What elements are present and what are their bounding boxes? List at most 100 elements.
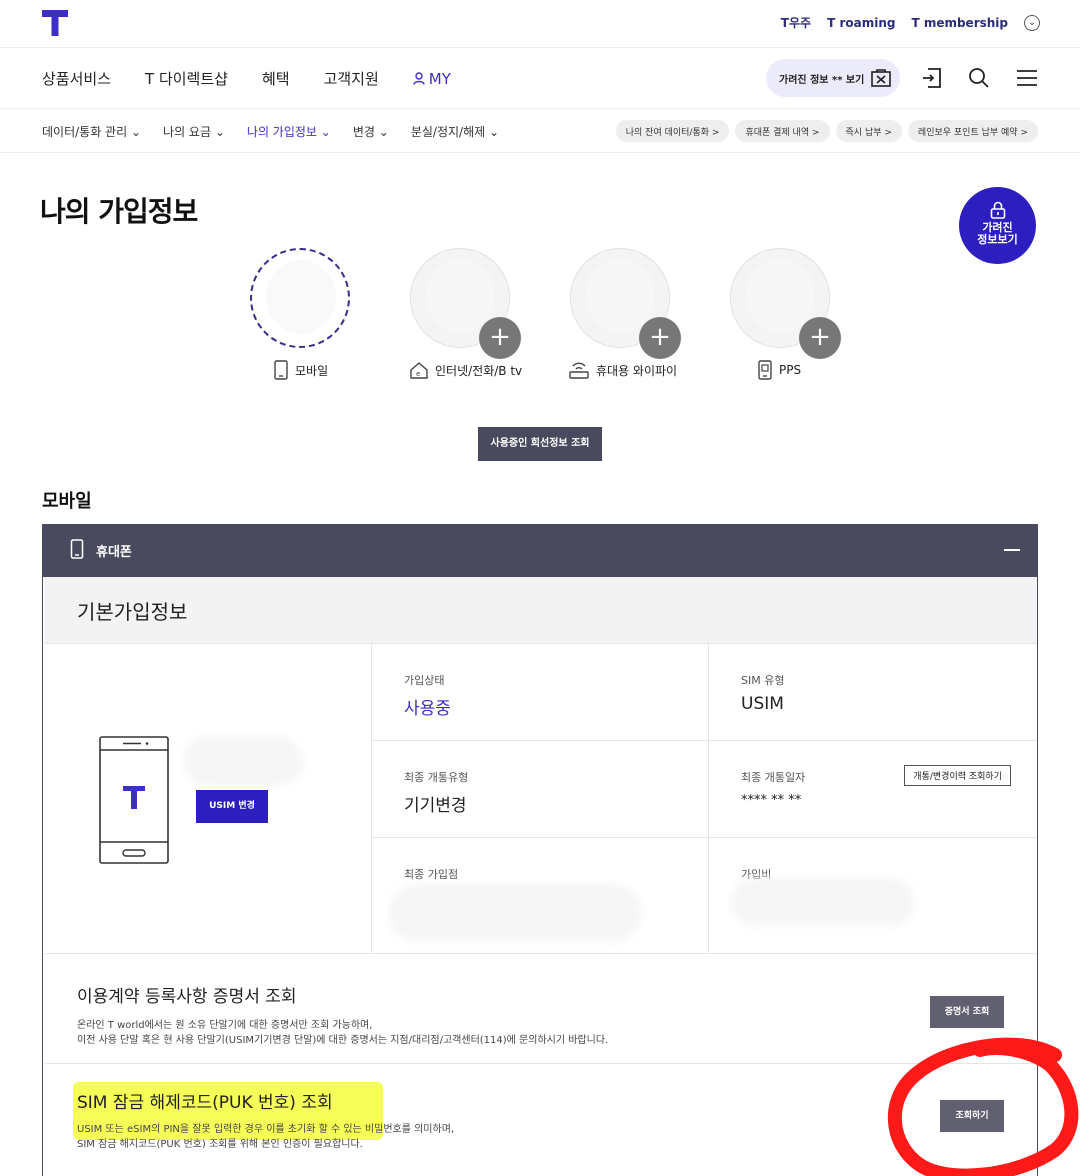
internet-circle[interactable]: +	[410, 248, 521, 359]
chevron-down-icon: ⌄	[489, 125, 500, 139]
puk-title: SIM 잠금 해제코드(PUK 번호) 조회	[77, 1093, 333, 1113]
device-phone-icon	[99, 736, 169, 864]
service-internet[interactable]: +	[410, 248, 521, 359]
search-icon[interactable]	[967, 66, 991, 90]
lock-box-icon	[871, 69, 891, 87]
wifi-circle[interactable]: +	[570, 248, 681, 359]
service-label: 인터넷/전화/B tv	[435, 363, 523, 378]
panel-label: 휴대폰	[96, 545, 132, 560]
cell-last-date: 최종 개통일자 **** ** ** 개통/변경이력 조회하기	[709, 741, 1037, 838]
service-pps-label-wrap[interactable]: PPS	[757, 360, 801, 380]
t-universe-link[interactable]: T우주	[781, 14, 811, 31]
lock-icon	[990, 201, 1005, 219]
cert-button[interactable]: 증명서 조회	[930, 996, 1004, 1028]
subnav-change[interactable]: 변경 ⌄	[353, 123, 389, 140]
page-title: 나의 가입정보	[40, 195, 198, 228]
show-hidden-info-fab[interactable]: 가려진 정보보기	[959, 187, 1036, 264]
usim-change-button[interactable]: USIM 변경	[196, 790, 268, 823]
blurred-fee	[731, 878, 915, 926]
subnav-label: 분실/정지/해제	[410, 125, 486, 139]
service-internet-label-wrap[interactable]: e 인터넷/전화/B tv	[409, 360, 522, 380]
line-info-button[interactable]: 사용중인 회선정보 조회	[478, 427, 602, 461]
service-mobile-label-wrap[interactable]: 모바일	[273, 360, 328, 380]
blurred-shop	[388, 884, 642, 942]
service-wifi[interactable]: +	[570, 248, 681, 359]
mobile-circle[interactable]	[250, 248, 350, 348]
add-icon[interactable]: +	[799, 317, 841, 359]
service-label: 휴대용 와이파이	[596, 363, 678, 378]
cell-shop: 최종 가입점	[372, 838, 709, 954]
chevron-down-icon: ⌄	[214, 125, 225, 139]
last-type-key: 최종 개통유형	[404, 771, 469, 784]
pill-instant-pay[interactable]: 즉시 납부 >	[835, 120, 902, 142]
nav-direct-shop[interactable]: T 다이렉트샵	[145, 68, 228, 89]
service-label: 모바일	[295, 363, 329, 378]
service-wifi-label-wrap[interactable]: 휴대용 와이파이	[568, 360, 677, 380]
last-date-key: 최종 개통일자	[741, 771, 806, 784]
menu-icon[interactable]	[1015, 66, 1039, 90]
cell-sim-type: SIM 유형 USIM	[709, 644, 1037, 741]
t-roaming-link[interactable]: T roaming	[827, 16, 895, 30]
logout-icon[interactable]	[920, 66, 944, 90]
chevron-down-icon: ⌄	[320, 125, 331, 139]
more-chevron-icon[interactable]: ⌄	[1024, 14, 1040, 31]
puk-desc-2: SIM 잠금 해지코드(PUK 번호) 조회를 위해 본인 인증이 필요합니다.	[77, 1139, 363, 1150]
add-icon[interactable]: +	[639, 317, 681, 359]
nav-products[interactable]: 상품서비스	[42, 68, 111, 89]
cert-desc-1: 온라인 T world에서는 원 소유 단말기에 대한 증명서만 조회 가능하며…	[77, 1020, 373, 1031]
wifi-router-icon	[569, 362, 589, 379]
nav-my[interactable]: MY	[413, 68, 451, 89]
t-membership-link[interactable]: T membership	[911, 16, 1008, 30]
sim-key: SIM 유형	[741, 674, 785, 687]
puk-desc-1: USIM 또는 eSIM의 PIN을 잘못 입력한 경우 이를 초기화 할 수 …	[77, 1124, 455, 1135]
collapse-icon[interactable]	[1004, 549, 1020, 551]
chevron-down-icon: ⌄	[130, 125, 142, 139]
last-date-value: **** ** **	[741, 793, 802, 808]
subnav-loss-suspend[interactable]: 분실/정지/해제 ⌄	[411, 123, 499, 140]
phone-panel-header[interactable]: 휴대폰	[42, 524, 1038, 577]
service-mobile[interactable]	[250, 248, 350, 348]
shop-key: 최종 가입점	[404, 868, 459, 881]
nav-benefits[interactable]: 혜택	[262, 68, 290, 89]
cert-desc-2: 이전 사용 단말 혹은 현 사용 단말기(USIM기기변경 단말)에 대한 증명…	[77, 1035, 609, 1046]
chevron-down-icon: ⌄	[378, 125, 389, 139]
last-type-value: 기기변경	[404, 796, 467, 816]
service-label: PPS	[779, 363, 802, 377]
nav-support[interactable]: 고객지원	[324, 68, 379, 89]
subnav-label: 나의 가입정보	[246, 125, 317, 139]
cert-title: 이용계약 등록사항 증명서 조회	[77, 987, 297, 1007]
pill-rainbow-point[interactable]: 레인보우 포인트 납부 예약 >	[907, 120, 1038, 142]
nav-my-label: MY	[428, 69, 451, 88]
pps-icon	[758, 360, 772, 380]
red-annotation-circle	[887, 1037, 1079, 1176]
status-value: 사용중	[404, 699, 451, 719]
hidden-info-label: 가려진 정보 ** 보기	[779, 74, 865, 86]
device-area: USIM 변경	[45, 644, 372, 954]
subnav-data-call[interactable]: 데이터/통화 관리 ⌄	[42, 123, 141, 140]
sub-nav: 데이터/통화 관리 ⌄ 나의 요금 ⌄ 나의 가입정보 ⌄ 변경 ⌄ 분실/정지…	[0, 109, 1080, 153]
history-button[interactable]: 개통/변경이력 조회하기	[904, 765, 1011, 786]
subnav-label: 변경	[352, 125, 375, 139]
fab-line2: 정보보기	[977, 233, 1018, 246]
cell-fee: 가입비	[709, 838, 1037, 954]
subnav-my-subscription[interactable]: 나의 가입정보 ⌄	[247, 123, 331, 140]
basic-info-header: 기본가입정보	[45, 577, 1037, 644]
add-icon[interactable]: +	[479, 317, 521, 359]
blurred-model-name	[183, 736, 303, 786]
sim-value: USIM	[741, 694, 784, 714]
hidden-info-button[interactable]: 가려진 정보 ** 보기	[766, 59, 900, 97]
main-nav: 상품서비스 T 다이렉트샵 혜택 고객지원 MY 가려진 정보 ** 보기	[0, 48, 1080, 109]
service-pps[interactable]: +	[730, 248, 841, 359]
subnav-my-fee[interactable]: 나의 요금 ⌄	[163, 123, 225, 140]
home-icon: e	[410, 362, 428, 379]
pps-circle[interactable]: +	[730, 248, 841, 359]
pill-phone-payment[interactable]: 휴대폰 결제 내역 >	[735, 120, 830, 142]
basic-info-title: 기본가입정보	[77, 600, 188, 624]
mobile-icon	[70, 539, 84, 559]
section-title: 모바일	[42, 491, 92, 512]
status-key: 가입상태	[404, 674, 445, 687]
top-bar: T우주 T roaming T membership ⌄	[0, 0, 1080, 48]
pill-remaining-data[interactable]: 나의 잔여 데이터/통화 >	[615, 120, 730, 142]
cell-last-type: 최종 개통유형 기기변경	[372, 741, 709, 838]
t-logo[interactable]	[42, 10, 68, 36]
